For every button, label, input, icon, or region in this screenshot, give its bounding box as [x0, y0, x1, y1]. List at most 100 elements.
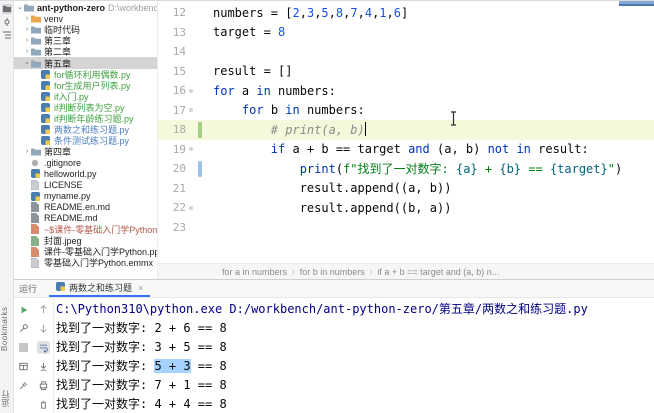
restore-layout-icon[interactable]: [17, 360, 30, 373]
down-arrow-icon[interactable]: [37, 322, 50, 335]
up-arrow-icon[interactable]: [37, 303, 50, 316]
line-number[interactable]: 21: [158, 182, 186, 195]
line-number[interactable]: 19: [158, 143, 186, 156]
fold-marker-icon[interactable]: [189, 205, 193, 210]
console-command-line[interactable]: C:\Python310\python.exe D:/workbench/ant…: [56, 300, 654, 319]
code-line[interactable]: 14: [158, 42, 654, 62]
run-toolwindow-button[interactable]: 运行: [0, 387, 14, 411]
line-number[interactable]: 20: [158, 162, 186, 175]
tree-item[interactable]: LICENSE: [14, 180, 157, 191]
tree-item[interactable]: for循环利用偶数.py: [14, 69, 157, 80]
code-line[interactable]: 21 result.append((a, b)): [158, 179, 654, 199]
run-output-console[interactable]: C:\Python310\python.exe D:/workbench/ant…: [54, 299, 654, 413]
clear-all-icon[interactable]: [37, 398, 50, 411]
code-line[interactable]: 17 for b in numbers:: [158, 101, 654, 121]
tree-item[interactable]: if入门.py: [14, 91, 157, 102]
tree-item[interactable]: helloworld.py: [14, 168, 157, 179]
chevron-collapsed-icon[interactable]: ›: [23, 48, 31, 56]
code-line[interactable]: 19 if a + b == target and (a, b) not in …: [158, 140, 654, 160]
soft-wrap-icon[interactable]: [36, 341, 50, 354]
console-output-line[interactable]: 找到了一对数字: 5 + 3 == 8: [56, 357, 654, 376]
breadcrumb-item[interactable]: for a in numbers: [222, 267, 287, 277]
py-icon: [41, 125, 51, 135]
tools-icon[interactable]: [17, 379, 30, 392]
fold-marker-icon[interactable]: [189, 88, 193, 93]
project-icon[interactable]: [1, 4, 12, 14]
line-number[interactable]: 17: [158, 104, 186, 117]
chevron-collapsed-icon[interactable]: ›: [23, 26, 31, 34]
tree-root-row[interactable]: ⌄ ant-python-zeroD:\workbench\ant-pyt: [14, 2, 157, 13]
tree-item[interactable]: ~$课件-零基础入门学Python.pptx: [14, 224, 157, 235]
rerun-icon[interactable]: [17, 303, 30, 316]
tree-item[interactable]: README.md: [14, 213, 157, 224]
scroll-to-end-icon[interactable]: [37, 360, 50, 373]
tree-item[interactable]: for生成用户列表.py: [14, 80, 157, 91]
tree-item[interactable]: 课件-零基础入门学Python.pptx: [14, 246, 157, 257]
tree-item[interactable]: 两数之和练习题.py: [14, 124, 157, 135]
file-icon: [31, 180, 41, 191]
chevron-collapsed-icon[interactable]: ›: [23, 15, 31, 23]
line-number[interactable]: 16: [158, 84, 186, 97]
line-number[interactable]: 14: [158, 45, 186, 58]
line-number[interactable]: 22: [158, 201, 186, 214]
chevron-expanded-icon[interactable]: ⌄: [23, 59, 31, 67]
tree-item[interactable]: › 临时代码: [14, 24, 157, 35]
line-number[interactable]: 13: [158, 26, 186, 39]
code-text[interactable]: print(f"找到了一对数字: {a} + {b} == {target}"): [158, 160, 623, 177]
tree-item[interactable]: › 第三章: [14, 35, 157, 46]
tree-item[interactable]: › 第二章: [14, 46, 157, 57]
tree-item[interactable]: 封面.jpeg: [14, 235, 157, 246]
tree-item-label: 条件测试练习题.py: [54, 136, 130, 147]
commit-icon[interactable]: [2, 17, 12, 27]
code-text[interactable]: result.append((b, a)): [158, 201, 452, 215]
tree-item[interactable]: myname.py: [14, 191, 157, 202]
tree-item[interactable]: ⌄ 第五章: [14, 57, 157, 69]
run-tab[interactable]: 两数之和练习题 ×: [49, 280, 151, 297]
line-number[interactable]: 18: [158, 123, 186, 136]
console-output-line[interactable]: 找到了一对数字: 4 + 4 == 8: [56, 395, 654, 413]
code-editor[interactable]: 12 numbers = [2,3,5,8,7,4,1,6] 13 target = …: [158, 1, 654, 263]
code-text[interactable]: result.append((a, b)): [158, 181, 452, 195]
tree-item[interactable]: 条件测试练习题.py: [14, 135, 157, 146]
structure-icon[interactable]: [2, 30, 12, 40]
file-icon: [31, 257, 41, 268]
breadcrumb-item[interactable]: for b in numbers: [300, 267, 365, 277]
code-line[interactable]: 23: [158, 218, 654, 238]
code-line[interactable]: 20 print(f"找到了一对数字: {a} + {b} == {target…: [158, 159, 654, 179]
code-text[interactable]: if a + b == target and (a, b) not in res…: [158, 142, 589, 156]
stop-icon[interactable]: [17, 341, 30, 354]
tree-item-label: if判断列表为空.py: [54, 102, 125, 113]
line-number[interactable]: 23: [158, 221, 186, 234]
code-line[interactable]: 18 # print(a, b): [158, 120, 654, 140]
code-line[interactable]: 22 result.append((b, a)): [158, 198, 654, 218]
tree-item[interactable]: README.en.md: [14, 202, 157, 213]
chevron-collapsed-icon[interactable]: ›: [23, 148, 31, 156]
line-number[interactable]: 15: [158, 65, 186, 78]
console-output-line[interactable]: 找到了一对数字: 3 + 5 == 8: [56, 338, 654, 357]
code-line[interactable]: 13 target = 8: [158, 23, 654, 43]
settings-wrench-icon[interactable]: [17, 322, 30, 335]
tree-item[interactable]: › 第四章: [14, 146, 157, 157]
tree-item[interactable]: if判断列表为空.py: [14, 102, 157, 113]
tree-item[interactable]: › venv: [14, 13, 157, 24]
code-line[interactable]: 12 numbers = [2,3,5,8,7,4,1,6]: [158, 3, 654, 23]
code-text[interactable]: # print(a, b): [158, 122, 366, 137]
run-tab-label: 两数之和练习题: [69, 283, 133, 293]
tree-item[interactable]: if判断年龄练习题.py: [14, 113, 157, 124]
code-line[interactable]: 16 for a in numbers:: [158, 81, 654, 101]
chevron-expanded-icon[interactable]: ⌄: [16, 4, 24, 12]
chevron-collapsed-icon[interactable]: ›: [23, 37, 31, 45]
print-icon[interactable]: [37, 379, 50, 392]
console-output-line[interactable]: 找到了一对数字: 2 + 6 == 8: [56, 319, 654, 338]
tree-item-label: 封面.jpeg: [44, 236, 82, 247]
tree-item[interactable]: 零基础入门学Python.emmx: [14, 257, 157, 268]
code-text[interactable]: numbers = [2,3,5,8,7,4,1,6]: [158, 6, 408, 20]
bookmarks-toolwindow-button[interactable]: Bookmarks: [0, 303, 14, 355]
breadcrumb-item[interactable]: if a + b == target and (a, b) n...: [377, 267, 499, 277]
close-icon[interactable]: ×: [138, 283, 143, 293]
tree-item[interactable]: .gitignore: [14, 157, 157, 168]
code-line[interactable]: 15 result = []: [158, 62, 654, 82]
console-output-line[interactable]: 找到了一对数字: 7 + 1 == 8: [56, 376, 654, 395]
line-number[interactable]: 12: [158, 6, 186, 19]
run-body: C:\Python310\python.exe D:/workbench/ant…: [14, 299, 654, 413]
